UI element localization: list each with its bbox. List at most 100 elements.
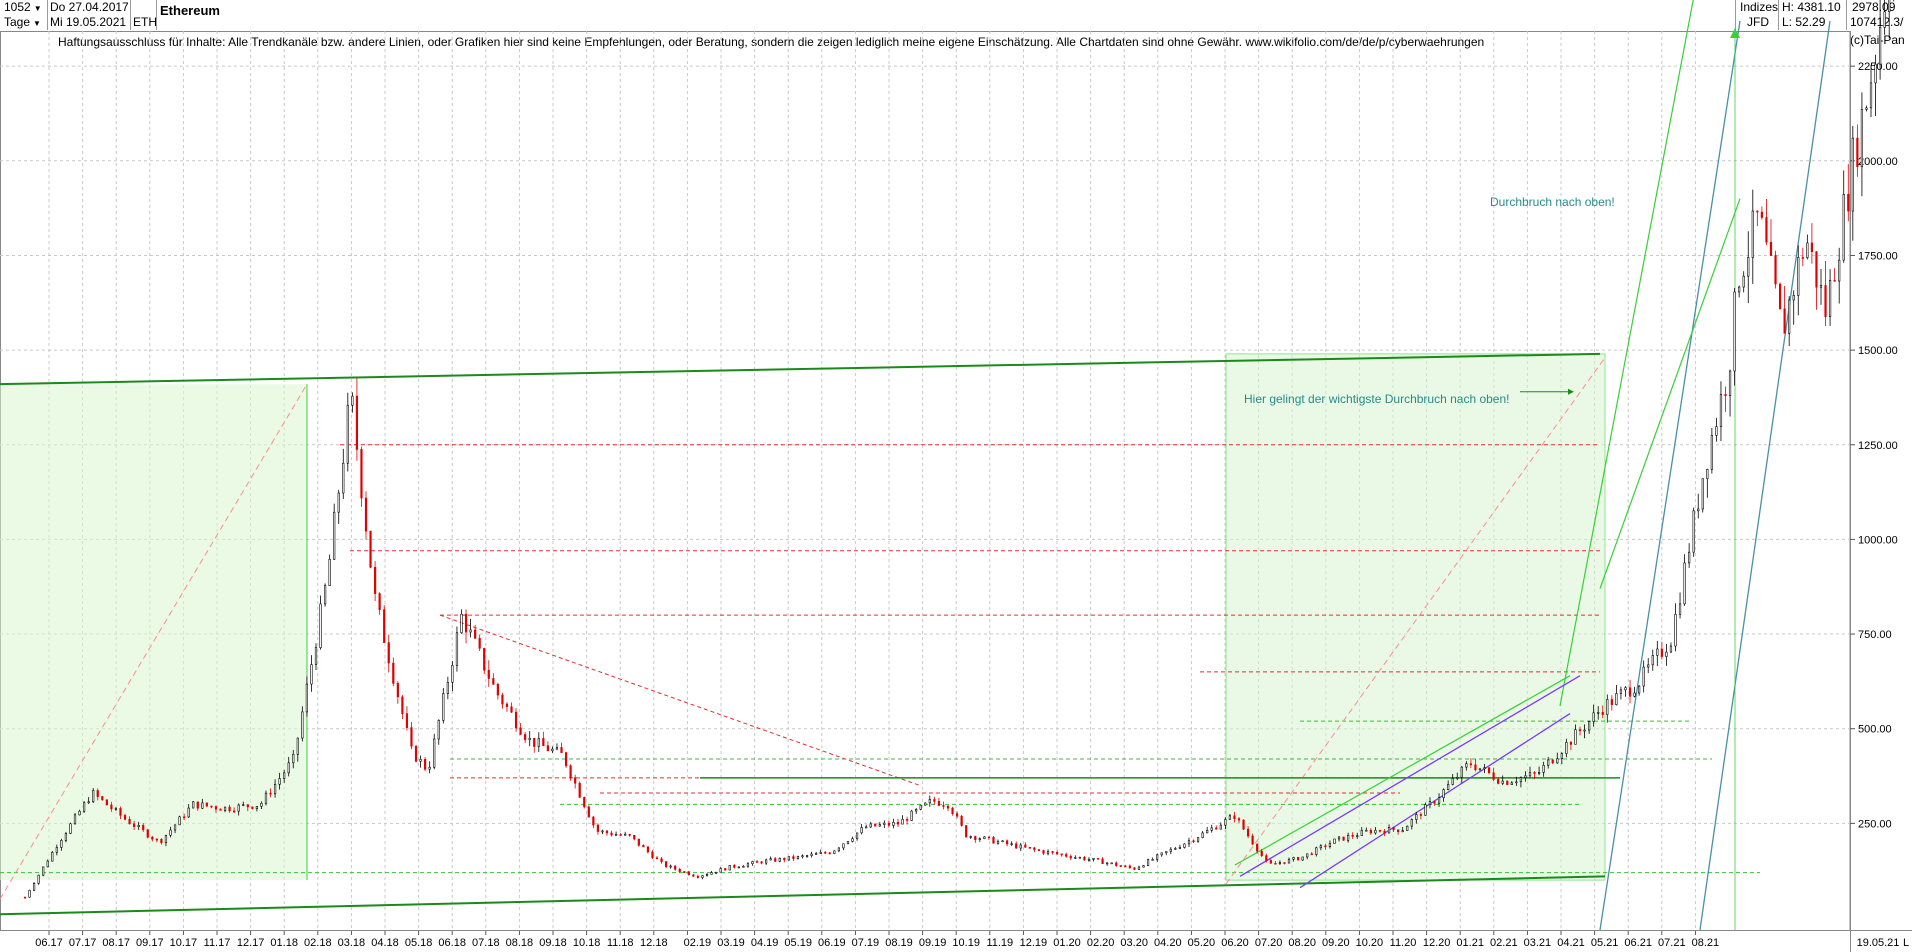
candle — [78, 810, 81, 816]
candle — [1456, 777, 1459, 779]
candle — [428, 766, 431, 770]
candle — [1078, 856, 1081, 859]
candle — [242, 804, 245, 806]
price-chart[interactable]: 250.00 500.00 750.00 1000.00 1250.00 1500.00 1… — [0, 0, 1912, 952]
candle — [1565, 742, 1568, 754]
candle — [774, 858, 777, 862]
x-tick-label: 02.20 — [1087, 937, 1115, 949]
candle — [1301, 856, 1304, 861]
x-tick-label: 09.17 — [136, 937, 164, 949]
candle — [1660, 648, 1663, 657]
x-tick-label: 02.21 — [1490, 937, 1518, 949]
annotation-label: Hier gelingt der wichtigste Durchbruch n… — [1244, 392, 1509, 406]
candle — [1615, 693, 1618, 705]
candle — [1310, 853, 1313, 856]
x-tick-label: 07.19 — [852, 937, 880, 949]
candle — [1828, 280, 1832, 317]
y-tick-label: 1750.00 — [1858, 250, 1898, 262]
candle — [451, 665, 454, 683]
candle — [374, 566, 377, 594]
candle — [710, 872, 713, 875]
candle — [92, 790, 95, 803]
candle — [1701, 478, 1704, 510]
candle — [605, 830, 609, 834]
x-tick-label: 02.18 — [304, 937, 332, 949]
candle — [665, 861, 668, 868]
candle — [1869, 82, 1873, 109]
candle — [160, 838, 163, 844]
candle — [351, 395, 354, 406]
candle — [1069, 856, 1072, 859]
x-tick-label: 05.20 — [1188, 937, 1216, 949]
candle — [255, 806, 258, 809]
candle — [228, 806, 231, 812]
candle — [269, 792, 272, 795]
candle — [1506, 780, 1509, 785]
candle — [983, 836, 986, 839]
candle — [887, 822, 890, 826]
candle — [728, 865, 731, 871]
candle — [569, 765, 572, 779]
x-tick-label: 04.19 — [751, 937, 779, 949]
candle — [1810, 242, 1814, 252]
candle — [1187, 840, 1191, 845]
candle — [1469, 763, 1472, 766]
candle — [455, 632, 459, 666]
candle — [1015, 843, 1018, 849]
candle — [1010, 843, 1013, 845]
candle — [1410, 819, 1413, 827]
candle — [1287, 858, 1291, 864]
candle — [542, 738, 545, 746]
candle — [464, 613, 468, 633]
candle — [283, 772, 286, 779]
x-tick-label: 06.18 — [438, 937, 466, 949]
candle — [442, 693, 445, 721]
x-tick-label: 11.19 — [986, 937, 1013, 949]
candle — [1688, 551, 1691, 564]
x-end-marker: L — [1903, 937, 1909, 949]
candle — [683, 871, 686, 873]
candle — [192, 801, 195, 809]
candle — [392, 662, 395, 684]
candle — [1601, 712, 1604, 715]
candle — [214, 806, 218, 810]
candle — [251, 806, 254, 809]
candle — [1265, 855, 1268, 861]
candle — [510, 706, 513, 713]
candle — [1883, 11, 1886, 28]
candle — [219, 808, 222, 811]
candle — [1437, 797, 1441, 804]
candle — [1715, 426, 1718, 436]
candle — [1478, 768, 1482, 771]
candle — [483, 647, 486, 671]
candle — [1697, 508, 1700, 512]
annotation-label: Durchbruch nach oben! — [1490, 195, 1615, 209]
candle — [364, 497, 368, 532]
candle — [1856, 137, 1859, 167]
candle — [264, 792, 268, 804]
candle — [1378, 829, 1382, 832]
candle — [487, 669, 490, 679]
candle — [1451, 778, 1454, 785]
candle — [846, 841, 850, 845]
candle — [937, 801, 941, 806]
candle — [1365, 829, 1368, 832]
candle — [1019, 844, 1022, 849]
candle — [610, 832, 613, 836]
candle — [678, 868, 681, 872]
candle — [1669, 645, 1673, 653]
candle — [333, 511, 336, 560]
x-tick-label: 07.21 — [1658, 937, 1686, 949]
candle — [1083, 856, 1086, 861]
candle — [1733, 291, 1736, 372]
candle — [1387, 826, 1391, 834]
candle — [965, 825, 968, 838]
candle — [87, 801, 90, 804]
candle — [1206, 830, 1209, 834]
candle — [987, 836, 991, 839]
candle — [1251, 835, 1254, 845]
candle — [1224, 819, 1227, 826]
candle — [414, 746, 418, 762]
candle — [1210, 827, 1213, 831]
x-tick-label: 01.20 — [1053, 937, 1081, 949]
